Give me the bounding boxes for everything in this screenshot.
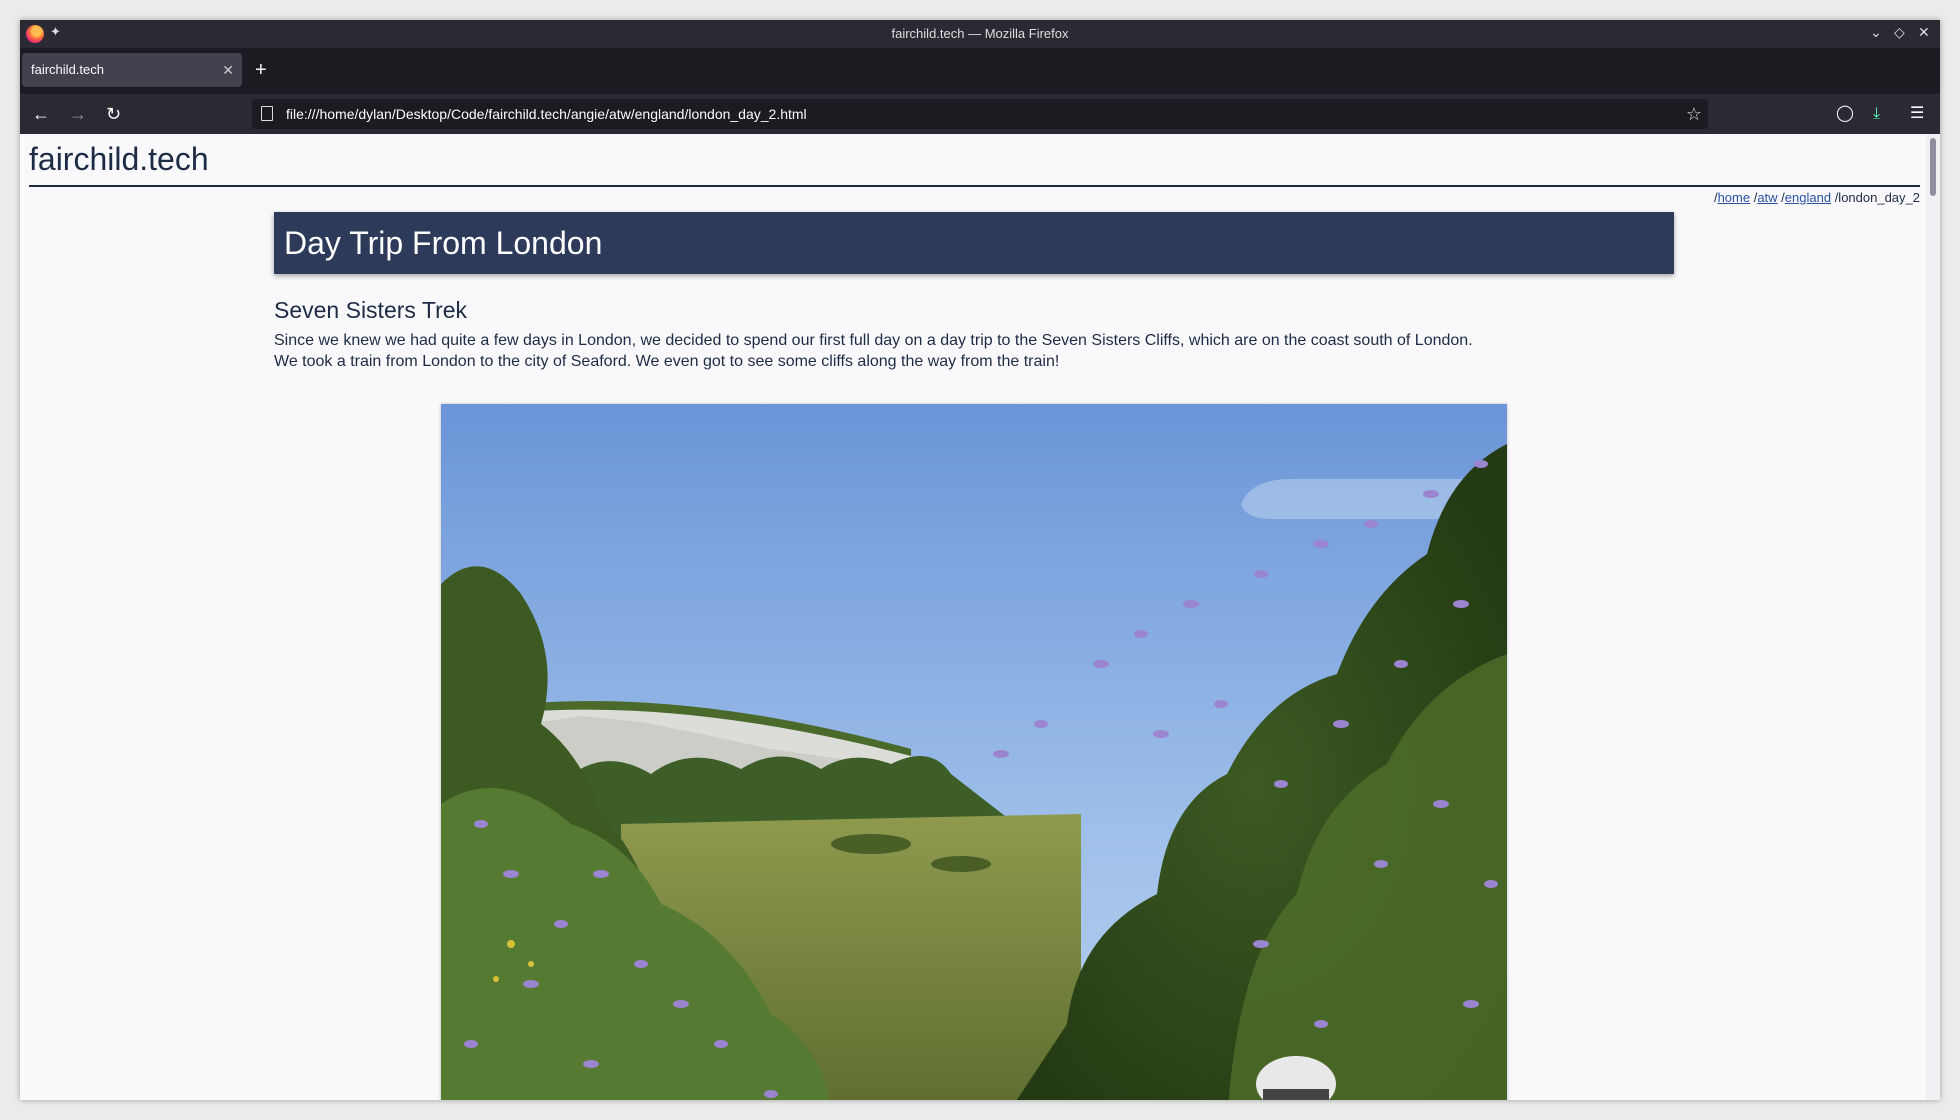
tab-title: fairchild.tech bbox=[31, 62, 104, 77]
section-paragraph: Since we knew we had quite a few days in… bbox=[274, 330, 1674, 372]
breadcrumb-sep: / bbox=[1777, 190, 1785, 205]
close-icon[interactable]: ✕ bbox=[1918, 24, 1930, 41]
back-arrow-icon[interactable]: ← bbox=[32, 100, 50, 128]
pocket-icon[interactable]: ◯ bbox=[1836, 100, 1854, 128]
tab-close-icon[interactable]: ✕ bbox=[222, 53, 234, 87]
page-scrollbar[interactable] bbox=[1926, 134, 1940, 1100]
forward-arrow-icon[interactable]: → bbox=[69, 100, 87, 128]
breadcrumb-current: /london_day_2 bbox=[1831, 190, 1920, 205]
breadcrumb-england-link[interactable]: england bbox=[1785, 190, 1831, 205]
star-icon[interactable]: ☆ bbox=[1686, 99, 1702, 129]
diamond-icon[interactable]: ◇ bbox=[1894, 24, 1905, 41]
browser-window: ✦ fairchild.tech — Mozilla Firefox ⌄ ◇ ✕… bbox=[20, 20, 1940, 1100]
title-bar: ✦ fairchild.tech — Mozilla Firefox ⌄ ◇ ✕ bbox=[20, 20, 1940, 48]
section-title: Seven Sisters Trek bbox=[274, 297, 468, 323]
url-text[interactable]: file:///home/dylan/Desktop/Code/fairchil… bbox=[286, 99, 807, 129]
url-bar[interactable]: file:///home/dylan/Desktop/Code/fairchil… bbox=[252, 99, 1708, 129]
breadcrumb: /home /atw /england /london_day_2 bbox=[1714, 190, 1920, 205]
page-heading: Day Trip From London bbox=[284, 225, 603, 261]
window-title: fairchild.tech — Mozilla Firefox bbox=[891, 26, 1069, 41]
paragraph-line-1: Since we knew we had quite a few days in… bbox=[274, 332, 1473, 349]
page-banner: Day Trip From London bbox=[274, 212, 1674, 274]
hamburger-menu-icon[interactable]: ☰ bbox=[1910, 100, 1924, 128]
paragraph-line-2: We took a train from London to the city … bbox=[274, 353, 1060, 370]
cliffs-photo bbox=[441, 404, 1507, 1100]
download-icon[interactable]: ⤓ bbox=[1873, 100, 1880, 128]
tab-fairchild[interactable]: fairchild.tech ✕ bbox=[22, 53, 242, 87]
scrollbar-thumb[interactable] bbox=[1930, 138, 1936, 196]
page-icon bbox=[261, 106, 273, 121]
reload-icon[interactable]: ↻ bbox=[106, 100, 121, 128]
tab-strip: fairchild.tech ✕ + bbox=[20, 48, 1940, 94]
site-title[interactable]: fairchild.tech bbox=[29, 134, 209, 184]
site-divider bbox=[29, 185, 1920, 187]
navigation-bar: ← → ↻ file:///home/dylan/Desktop/Code/fa… bbox=[20, 94, 1940, 134]
breadcrumb-atw-link[interactable]: atw bbox=[1757, 190, 1777, 205]
breadcrumb-home-link[interactable]: home bbox=[1718, 190, 1751, 205]
page-content: fairchild.tech /home /atw /england /lond… bbox=[20, 134, 1926, 1100]
chevron-down-icon[interactable]: ⌄ bbox=[1870, 24, 1882, 41]
new-tab-button[interactable]: + bbox=[255, 53, 267, 87]
